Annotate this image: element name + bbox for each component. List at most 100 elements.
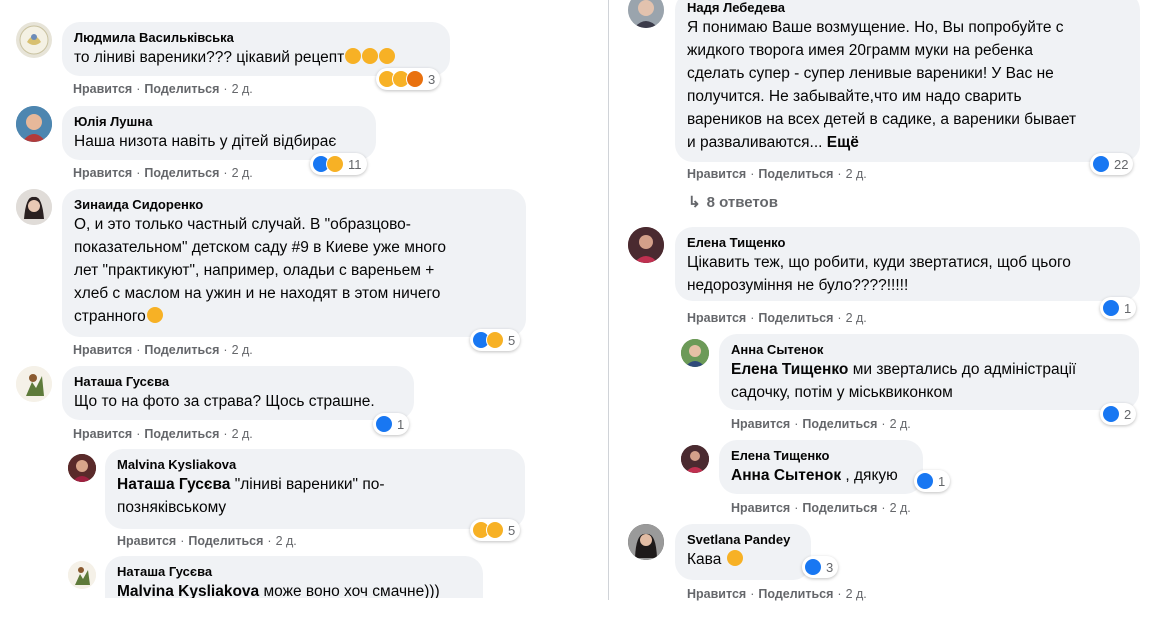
comment-author[interactable]: Malvina Kysliakova (117, 457, 513, 473)
comment-text: Кава (687, 548, 799, 571)
comment-time[interactable]: 2 д. (846, 587, 867, 601)
like-reaction-icon (1092, 155, 1110, 173)
comment-time[interactable]: 2 д. (232, 166, 253, 180)
mention-link[interactable]: Елена Тищенко (731, 361, 848, 378)
avatar[interactable] (16, 22, 52, 58)
comment-actions: Нравится · Поделиться · 2 д. (117, 534, 297, 548)
mention-link[interactable]: Malvina Kysliakova (117, 583, 259, 598)
comment-author[interactable]: Svetlana Pandey (687, 532, 799, 548)
comment-author[interactable]: Надя Лебедева (687, 0, 1128, 16)
comment-time[interactable]: 2 д. (276, 534, 297, 548)
comment-actions: Нравится · Поделиться · 2 д. (73, 166, 253, 180)
reaction-summary[interactable]: 5 (470, 329, 521, 351)
reply-link[interactable]: Поделиться (144, 82, 219, 96)
avatar[interactable] (16, 106, 52, 142)
reaction-summary[interactable]: 3 (802, 556, 839, 578)
comment-author[interactable]: Елена Тищенко (731, 448, 911, 464)
comment-time[interactable]: 2 д. (232, 343, 253, 357)
avatar[interactable] (68, 454, 96, 482)
reaction-count: 11 (348, 156, 362, 172)
reply-link[interactable]: Поделиться (802, 417, 877, 431)
reply-link[interactable]: Поделиться (144, 166, 219, 180)
comment-author[interactable]: Наташа Гусєва (74, 374, 402, 390)
comment-bubble: Наташа Гусєва Malvina Kysliakova може во… (105, 556, 483, 598)
like-link[interactable]: Нравится (73, 427, 132, 441)
column-divider (608, 0, 609, 600)
comment-text: Елена Тищенко ми звертались до адміністр… (731, 361, 1077, 401)
comment-text: Цікавить теж, що робити, куди звертатися… (687, 254, 1071, 294)
reaction-summary[interactable]: 3 (376, 68, 441, 90)
comment-author[interactable]: Анна Сытенок (731, 342, 1127, 358)
comment-bubble: Svetlana Pandey Кава (675, 524, 811, 580)
mention-link[interactable]: Анна Сытенок (731, 467, 841, 484)
like-link[interactable]: Нравится (687, 311, 746, 325)
comment-text: Що то на фото за страва? Щось страшне. (74, 393, 375, 410)
comment-time[interactable]: 2 д. (846, 167, 867, 181)
comment-bubble: Юлія Лушна Наша низота навіть у дітей ві… (62, 106, 376, 160)
sad-emoji-icon (726, 550, 743, 566)
reply-link[interactable]: Поделиться (144, 427, 219, 441)
reaction-count: 3 (428, 71, 436, 87)
comment-author[interactable]: Елена Тищенко (687, 235, 1128, 251)
comment-time[interactable]: 2 д. (890, 417, 911, 431)
comment-time[interactable]: 2 д. (232, 427, 253, 441)
comment-text: О, и это только частный случай. В "образ… (74, 216, 446, 325)
comment-time[interactable]: 2 д. (846, 311, 867, 325)
comment-actions: Нравится · Поделиться · 2 д. (687, 311, 867, 325)
angry-reaction-icon (406, 70, 424, 88)
reply-arrow-icon: ↳ (688, 194, 701, 211)
like-reaction-icon (375, 415, 393, 433)
reaction-count: 5 (508, 522, 516, 538)
comment-author[interactable]: Наташа Гусєва (117, 564, 471, 580)
comment-text: Анна Сытенок , дякую (731, 467, 898, 484)
comment-time[interactable]: 2 д. (890, 501, 911, 515)
reaction-summary[interactable]: 1 (373, 413, 410, 435)
view-replies-link[interactable]: ↳ 8 ответов (688, 193, 778, 211)
comment-bubble: Malvina Kysliakova Наташа Гусєва "ліниві… (105, 449, 525, 529)
reaction-summary[interactable]: 1 (1100, 297, 1137, 319)
avatar[interactable] (628, 0, 664, 28)
like-reaction-icon (804, 558, 822, 576)
reaction-summary[interactable]: 11 (310, 153, 367, 175)
like-link[interactable]: Нравится (687, 587, 746, 601)
comment-author[interactable]: Людмила Васильківська (74, 30, 438, 46)
reply-link[interactable]: Поделиться (758, 311, 833, 325)
reaction-summary[interactable]: 5 (470, 519, 521, 541)
comment-author[interactable]: Зинаида Сидоренко (74, 197, 514, 213)
comment-actions: Нравится · Поделиться · 2 д. (73, 427, 253, 441)
like-link[interactable]: Нравится (687, 167, 746, 181)
see-more-link[interactable]: Ещё (827, 134, 859, 151)
avatar[interactable] (16, 366, 52, 402)
reaction-summary[interactable]: 22 (1090, 153, 1134, 175)
like-link[interactable]: Нравится (73, 82, 132, 96)
like-link[interactable]: Нравится (73, 166, 132, 180)
like-link[interactable]: Нравится (73, 343, 132, 357)
reaction-summary[interactable]: 1 (914, 470, 951, 492)
avatar[interactable] (628, 227, 664, 263)
mention-link[interactable]: Наташа Гусєва (117, 476, 230, 493)
wow-reaction-icon (486, 331, 504, 349)
reply-link[interactable]: Поделиться (188, 534, 263, 548)
avatar[interactable] (16, 189, 52, 225)
reply-link[interactable]: Поделиться (758, 167, 833, 181)
like-link[interactable]: Нравится (117, 534, 176, 548)
comment-actions: Нравится · Поделиться · 2 д. (73, 82, 253, 96)
avatar[interactable] (681, 339, 709, 367)
avatar[interactable] (681, 445, 709, 473)
comment-text: Наша низота навіть у дітей відбирає (74, 133, 337, 150)
comment-author[interactable]: Юлія Лушна (74, 114, 364, 130)
avatar[interactable] (628, 524, 664, 560)
like-link[interactable]: Нравится (731, 417, 790, 431)
reply-link[interactable]: Поделиться (758, 587, 833, 601)
reply-link[interactable]: Поделиться (802, 501, 877, 515)
reaction-count: 1 (1124, 300, 1132, 316)
avatar[interactable] (68, 561, 96, 589)
comment-time[interactable]: 2 д. (232, 82, 253, 96)
comment-bubble: Наташа Гусєва Що то на фото за страва? Щ… (62, 366, 414, 420)
reaction-summary[interactable]: 2 (1100, 403, 1137, 425)
sad-reaction-icon (326, 155, 344, 173)
comment-bubble-clip: Наташа Гусєва Malvina Kysliakova може во… (105, 556, 483, 598)
comment-text: то ліниві вареники??? цікавий рецепт (74, 49, 345, 66)
like-link[interactable]: Нравится (731, 501, 790, 515)
reply-link[interactable]: Поделиться (144, 343, 219, 357)
